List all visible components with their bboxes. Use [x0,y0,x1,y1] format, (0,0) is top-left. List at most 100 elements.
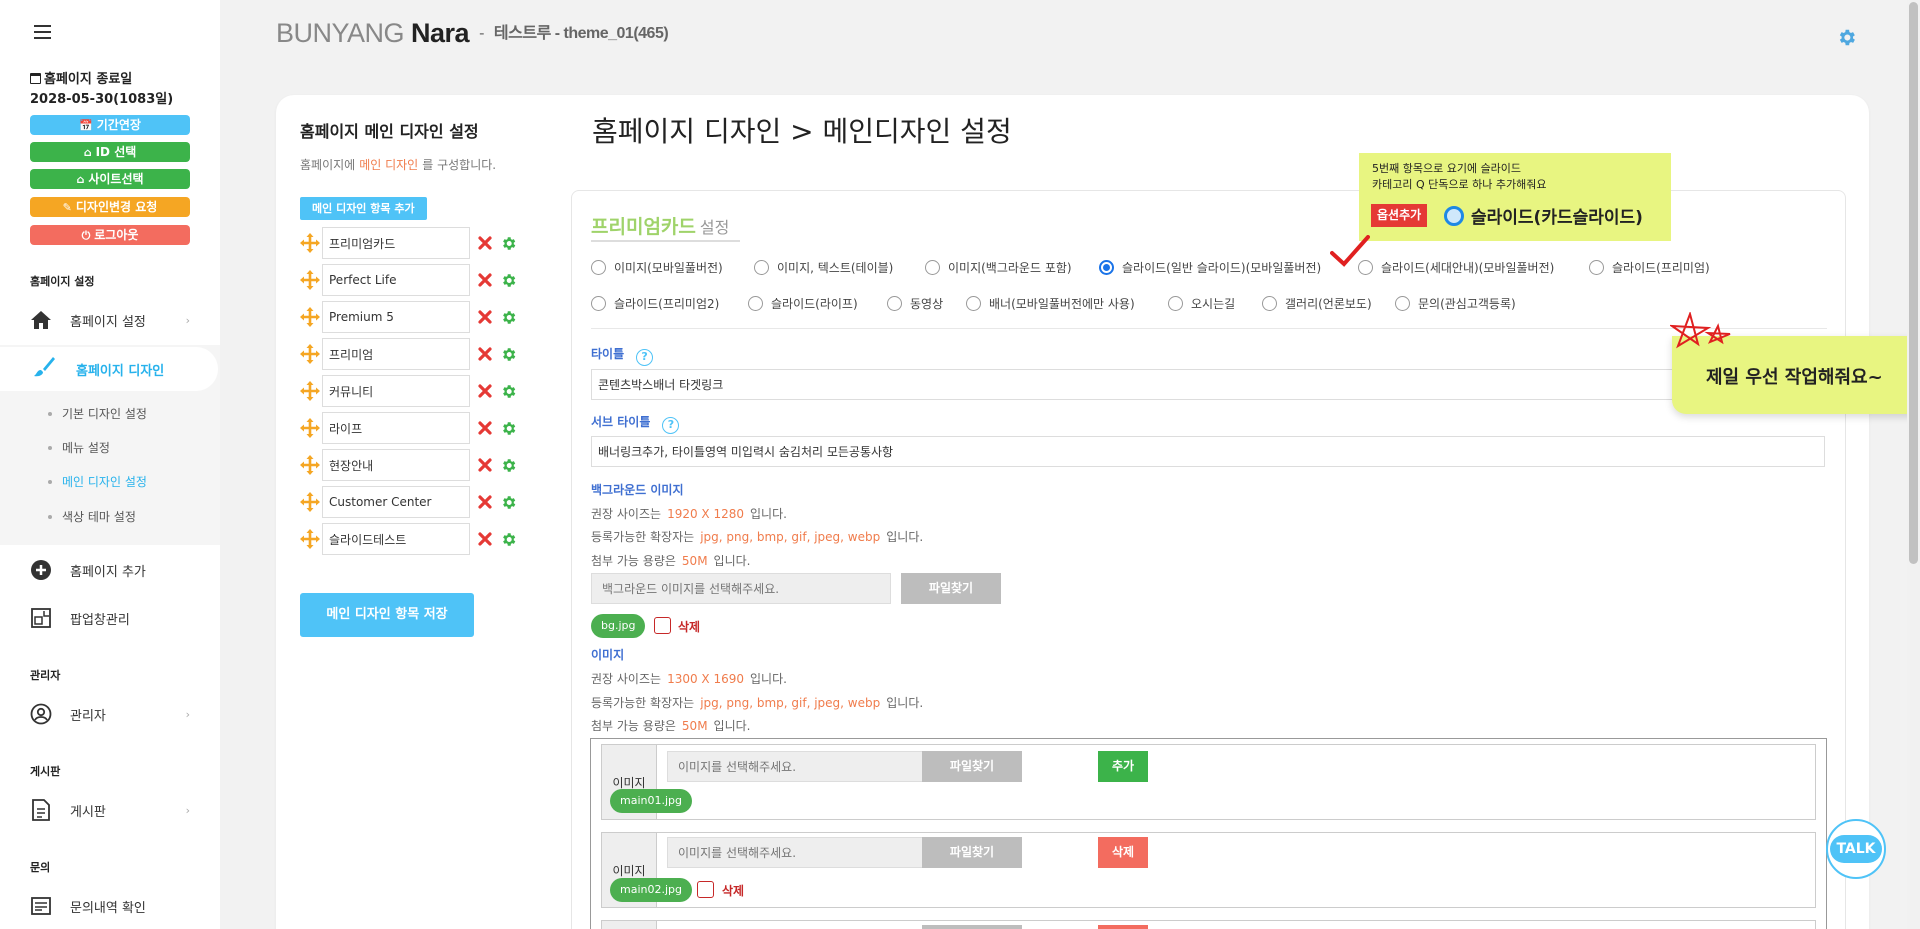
type-option-radio[interactable]: 슬라이드(라이프) [748,295,858,312]
submenu-main-design[interactable]: 메인 디자인 설정 [48,473,147,490]
add-design-item-button[interactable]: 메인 디자인 항목 추가 [300,197,427,220]
delete-x-icon[interactable] [478,532,492,546]
expiry-date: 2028-05-30(1083일) [30,92,174,107]
drag-handle-icon[interactable] [300,307,320,327]
design-item-input[interactable] [322,412,470,444]
type-option-radio[interactable]: 슬라이드(프리미엄) [1589,259,1710,276]
design-item-input[interactable] [322,301,470,333]
left-panel-desc: 홈페이지에 메인 디자인 를 구성합니다. [300,158,497,172]
drag-handle-icon[interactable] [300,418,320,438]
bg-delete-checkbox[interactable] [654,617,671,634]
settings-gear-icon[interactable] [500,383,517,400]
scrollbar-thumb[interactable] [1909,2,1918,564]
settings-gear-icon[interactable] [1836,27,1857,48]
type-option-radio[interactable]: 오시는길 [1168,295,1235,312]
image-delete-button[interactable]: 삭제 [1098,837,1148,868]
delete-x-icon[interactable] [478,236,492,250]
type-option-radio[interactable]: 갤러리(언론보도) [1262,295,1372,312]
type-option-radio[interactable]: 슬라이드(일반 슬라이드)(모바일풀버전) [1099,259,1321,276]
drag-handle-icon[interactable] [300,270,320,290]
submenu-basic-design[interactable]: 기본 디자인 설정 [48,405,147,422]
image-delete-checkbox[interactable] [697,881,714,898]
design-item-input[interactable] [322,523,470,555]
menu-icon[interactable] [34,25,51,39]
nav-popup[interactable]: 팝업창관리 [30,598,190,638]
image-delete-button[interactable] [1098,925,1148,929]
design-item-input[interactable] [322,264,470,296]
design-item-input[interactable] [322,449,470,481]
logout-button[interactable]: ⏻ 로그아웃 [30,225,190,245]
nav-homepage-settings[interactable]: 홈페이지 설정 › [30,300,190,340]
design-item-row [300,338,517,370]
nav-add-homepage[interactable]: 홈페이지 추가 [30,550,190,590]
settings-gear-icon[interactable] [500,457,517,474]
image-add-button[interactable]: 추가 [1098,751,1148,782]
id-select-button[interactable]: ⌂ ID 선택 [30,142,190,162]
delete-x-icon[interactable] [478,384,492,398]
section-title-homepage-settings: 홈페이지 설정 [30,275,95,288]
type-option-radio[interactable]: 동영상 [887,295,943,312]
image-find-file-button[interactable]: 파일찾기 [922,751,1022,782]
settings-gear-icon[interactable] [500,235,517,252]
delete-x-icon[interactable] [478,495,492,509]
delete-x-icon[interactable] [478,273,492,287]
talk-chat-button[interactable]: TALK [1826,819,1886,879]
type-option-radio[interactable]: 문의(관심고객등록) [1395,295,1516,312]
radio-icon [1168,296,1183,311]
settings-gear-icon[interactable] [500,346,517,363]
design-item-input[interactable] [322,486,470,518]
extend-period-button[interactable]: 📅 기간연장 [30,115,190,135]
site-select-button[interactable]: ⌂ 사이트선택 [30,169,190,189]
type-option-radio[interactable]: 이미지(모바일풀버전) [591,259,723,276]
nav-inquiry-check[interactable]: 문의내역 확인 [30,886,190,926]
design-item-input[interactable] [322,227,470,259]
delete-x-icon[interactable] [478,347,492,361]
settings-gear-icon[interactable] [500,420,517,437]
type-option-radio[interactable]: 이미지(백그라운드 포함) [925,259,1072,276]
settings-gear-icon[interactable] [500,531,517,548]
image-find-file-button[interactable]: 파일찾기 [922,837,1022,868]
help-icon[interactable]: ? [636,349,654,366]
settings-gear-icon[interactable] [500,309,517,326]
settings-gear-icon[interactable] [500,272,517,289]
drag-handle-icon[interactable] [300,381,320,401]
nav-homepage-design[interactable]: 홈페이지 디자인 [0,347,218,391]
bg-file-input[interactable] [591,573,891,604]
bg-find-file-button[interactable]: 파일찾기 [901,573,1001,604]
settings-gear-icon[interactable] [500,494,517,511]
design-item-input[interactable] [322,375,470,407]
brand-title: BUNYANG Nara - 테스트루 - theme_01(465) [276,18,669,48]
delete-x-icon[interactable] [478,458,492,472]
design-item-row [300,523,517,555]
nav-admin[interactable]: 관리자 › [30,694,190,734]
type-option-radio[interactable]: 슬라이드(세대안내)(모바일풀버전) [1358,259,1554,276]
drag-handle-icon[interactable] [300,492,320,512]
type-option-radio[interactable]: 이미지, 텍스트(테이블) [754,259,893,276]
delete-x-icon[interactable] [478,310,492,324]
submenu-color-theme[interactable]: 색상 테마 설정 [48,508,136,525]
home-icon [30,309,52,331]
delete-x-icon[interactable] [478,421,492,435]
drag-handle-icon[interactable] [300,529,320,549]
image-find-file-button[interactable] [922,925,1022,929]
help-icon[interactable]: ? [662,417,680,434]
bg-file-chip[interactable]: bg.jpg [591,614,646,638]
title-input[interactable] [591,369,1825,400]
section-heading: 프리미엄카드 설정 [591,216,730,238]
image-file-chip[interactable]: main02.jpg [610,878,692,902]
subtitle-input[interactable] [591,436,1825,467]
nav-board[interactable]: 게시판 › [30,790,190,830]
design-change-request-button[interactable]: ✎ 디자인변경 요청 [30,197,190,217]
drag-handle-icon[interactable] [300,233,320,253]
type-option-radio[interactable]: 배너(모바일풀버전에만 사용) [966,295,1135,312]
radio-icon [591,260,606,275]
drag-handle-icon[interactable] [300,344,320,364]
image-file-chip[interactable]: main01.jpg [610,789,692,813]
submenu-menu-settings[interactable]: 메뉴 설정 [48,439,110,456]
design-item-input[interactable] [322,338,470,370]
radio-icon [1262,296,1277,311]
type-option-radio[interactable]: 슬라이드(프리미엄2) [591,295,719,312]
drag-handle-icon[interactable] [300,455,320,475]
save-design-items-button[interactable]: 메인 디자인 항목 저장 [300,593,474,637]
chevron-right-icon: › [185,803,190,817]
